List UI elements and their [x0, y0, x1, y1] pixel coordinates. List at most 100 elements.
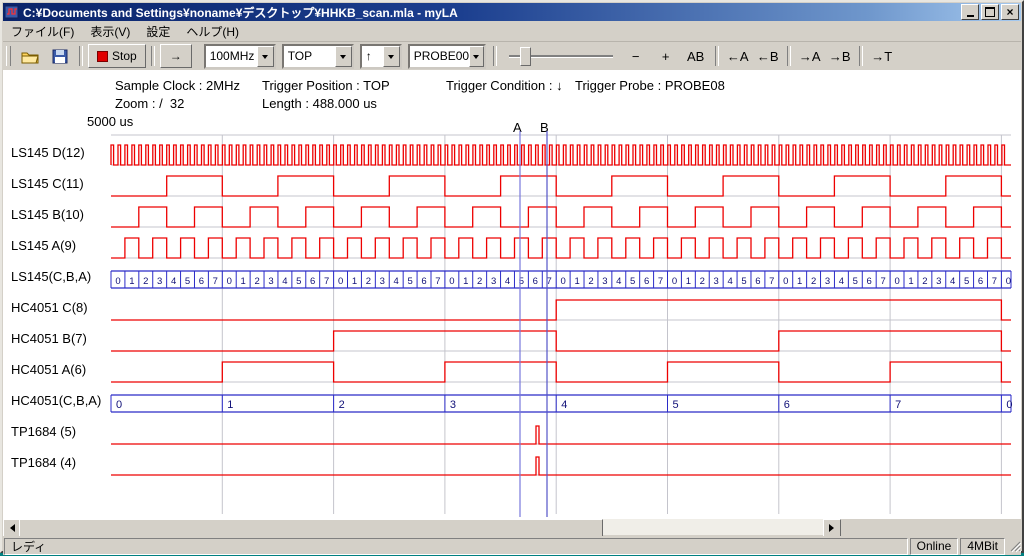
- trigger-position-select[interactable]: TOP: [282, 44, 354, 69]
- cursor-ab-button[interactable]: AB: [682, 45, 710, 67]
- goto-cursor-a-right-button[interactable]: →A: [796, 45, 824, 67]
- resize-grip[interactable]: [1007, 538, 1021, 554]
- svg-text:1: 1: [129, 276, 134, 287]
- goto-cursor-b-left-button[interactable]: ←B: [754, 45, 782, 67]
- svg-text:1: 1: [908, 276, 913, 287]
- svg-text:4: 4: [282, 276, 287, 287]
- toolbar: Stop → 100MHz TOP ↑ PROBE00 − + AB ←A: [3, 42, 1021, 71]
- open-file-button[interactable]: [16, 45, 44, 67]
- svg-text:0: 0: [449, 276, 454, 287]
- svg-text:5: 5: [853, 276, 858, 287]
- trigger-edge-select[interactable]: ↑: [360, 44, 402, 69]
- minimize-button[interactable]: [961, 4, 979, 20]
- svg-text:0: 0: [1006, 276, 1011, 287]
- svg-text:1: 1: [227, 399, 233, 411]
- goto-cursor-a-left-button[interactable]: ←A: [724, 45, 752, 67]
- status-online: Online: [910, 538, 959, 555]
- svg-text:3: 3: [714, 276, 719, 287]
- stop-icon: [97, 51, 108, 62]
- menu-view[interactable]: 表示(V): [82, 21, 138, 42]
- svg-text:7: 7: [324, 276, 329, 287]
- svg-text:6: 6: [867, 276, 872, 287]
- zoom-in-button[interactable]: +: [652, 45, 680, 67]
- svg-text:3: 3: [380, 276, 385, 287]
- svg-text:0: 0: [1006, 399, 1012, 411]
- svg-text:0: 0: [894, 276, 899, 287]
- scroll-left-icon: [6, 524, 15, 532]
- svg-text:0: 0: [561, 276, 566, 287]
- horizontal-scrollbar[interactable]: [3, 519, 841, 535]
- toolbar-separator: [787, 46, 791, 66]
- svg-text:2: 2: [143, 276, 148, 287]
- svg-text:6: 6: [644, 276, 649, 287]
- svg-text:3: 3: [825, 276, 830, 287]
- close-icon: ×: [1006, 6, 1013, 18]
- svg-text:0: 0: [672, 276, 677, 287]
- dropdown-arrow-icon[interactable]: [383, 46, 400, 67]
- svg-text:2: 2: [700, 276, 705, 287]
- svg-text:3: 3: [157, 276, 162, 287]
- goto-trigger-button[interactable]: →T: [868, 45, 896, 67]
- menu-settings[interactable]: 設定: [138, 21, 178, 42]
- minimize-icon: [967, 15, 974, 17]
- toolbar-separator: [493, 46, 497, 66]
- svg-text:6: 6: [310, 276, 315, 287]
- svg-text:4: 4: [561, 399, 567, 411]
- svg-text:4: 4: [394, 276, 399, 287]
- scrollbar-thumb[interactable]: [19, 519, 603, 537]
- run-button[interactable]: →: [160, 44, 192, 68]
- titlebar[interactable]: C:¥Documents and Settings¥noname¥デスクトップ¥…: [3, 3, 1021, 21]
- svg-text:3: 3: [491, 276, 496, 287]
- zoom-out-button[interactable]: −: [622, 45, 650, 67]
- statusbar: レディ Online 4MBit: [3, 536, 1021, 555]
- svg-text:2: 2: [588, 276, 593, 287]
- svg-text:1: 1: [686, 276, 691, 287]
- svg-text:4: 4: [616, 276, 621, 287]
- menu-file[interactable]: ファイル(F): [3, 21, 82, 42]
- dropdown-arrow-icon[interactable]: [469, 46, 484, 67]
- svg-text:6: 6: [533, 276, 538, 287]
- svg-text:3: 3: [450, 399, 456, 411]
- toolbar-separator: [715, 46, 719, 66]
- svg-text:7: 7: [880, 276, 885, 287]
- maximize-button[interactable]: [981, 4, 999, 20]
- sample-clock-select[interactable]: 100MHz: [204, 44, 276, 69]
- svg-text:6: 6: [199, 276, 204, 287]
- svg-text:2: 2: [366, 276, 371, 287]
- svg-text:5: 5: [741, 276, 746, 287]
- svg-text:3: 3: [936, 276, 941, 287]
- window-title: C:¥Documents and Settings¥noname¥デスクトップ¥…: [23, 4, 959, 21]
- trigger-probe-select[interactable]: PROBE00: [408, 44, 486, 69]
- scroll-right-icon: [829, 524, 838, 532]
- dropdown-arrow-icon[interactable]: [335, 46, 352, 67]
- save-button[interactable]: [46, 45, 74, 67]
- toolbar-grip[interactable]: [6, 46, 11, 66]
- svg-text:0: 0: [338, 276, 343, 287]
- svg-text:5: 5: [296, 276, 301, 287]
- svg-text:4: 4: [171, 276, 176, 287]
- svg-text:3: 3: [268, 276, 273, 287]
- menu-help[interactable]: ヘルプ(H): [178, 21, 247, 42]
- dropdown-arrow-icon[interactable]: [257, 46, 274, 67]
- status-message: レディ: [4, 538, 908, 555]
- zoom-slider-thumb[interactable]: [520, 47, 531, 66]
- svg-text:0: 0: [783, 276, 788, 287]
- svg-text:7: 7: [213, 276, 218, 287]
- scroll-right-button[interactable]: [823, 519, 841, 537]
- goto-cursor-b-right-button[interactable]: →B: [826, 45, 854, 67]
- svg-text:4: 4: [950, 276, 955, 287]
- svg-text:2: 2: [922, 276, 927, 287]
- svg-text:5: 5: [630, 276, 635, 287]
- svg-text:6: 6: [421, 276, 426, 287]
- svg-text:1: 1: [352, 276, 357, 287]
- svg-text:5: 5: [185, 276, 190, 287]
- svg-text:5: 5: [964, 276, 969, 287]
- toolbar-separator: [79, 46, 83, 66]
- close-button[interactable]: ×: [1001, 4, 1019, 20]
- svg-text:2: 2: [477, 276, 482, 287]
- svg-text:6: 6: [784, 399, 790, 411]
- toolbar-separator: [859, 46, 863, 66]
- svg-text:7: 7: [769, 276, 774, 287]
- zoom-slider[interactable]: [507, 45, 615, 67]
- stop-button[interactable]: Stop: [88, 44, 146, 68]
